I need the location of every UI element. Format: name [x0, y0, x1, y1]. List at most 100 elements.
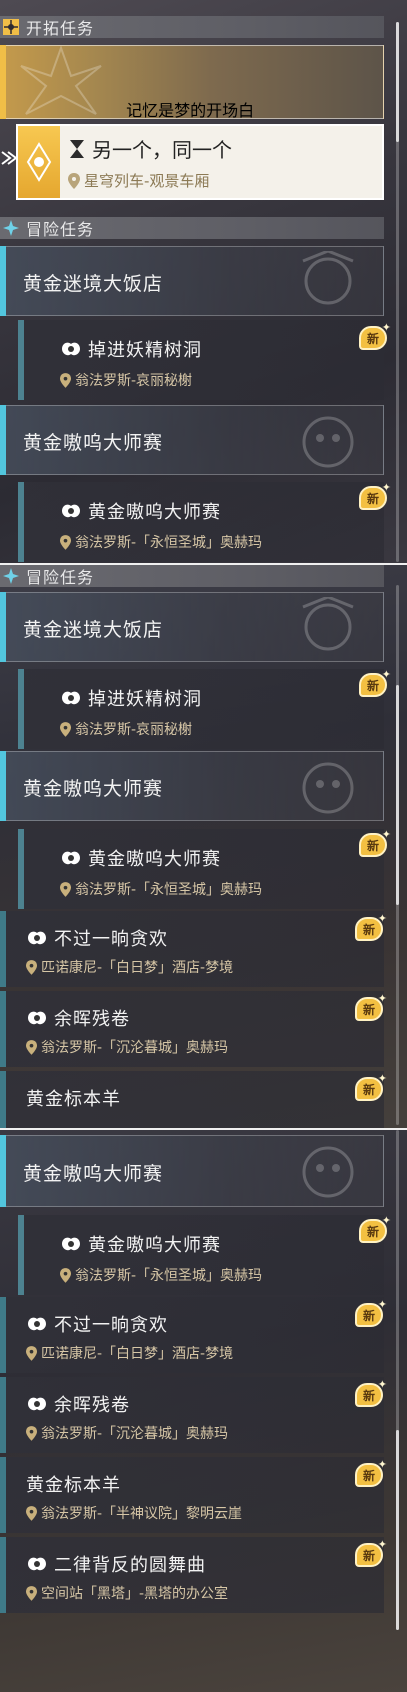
quest-location: 翁法罗斯-哀丽秘榭: [75, 722, 193, 738]
trailblaze-badge-icon: [18, 126, 60, 198]
adventure-quest-icon: [26, 1555, 48, 1573]
quest-location: 匹诺康尼-「白日梦」酒店-梦境: [41, 960, 234, 976]
new-badge: 新 ✦: [359, 1214, 391, 1243]
sparkle-icon: ✦: [377, 1072, 387, 1085]
mission-title: 另一个，同一个: [92, 138, 232, 162]
quest-item[interactable]: 不过一晌贪欢 匹诺康尼-「白日梦」酒店-梦境 新 ✦: [0, 911, 387, 987]
quest-location: 翁法罗斯-「沉沦暮城」奥赫玛: [41, 1040, 229, 1056]
quest-group-title: 黄金嗷呜大师赛: [23, 432, 164, 454]
new-badge: 新 ✦: [359, 668, 391, 697]
ornament-icon: [20, 45, 102, 115]
location-pin-icon: [26, 1505, 37, 1521]
quest-item[interactable]: 余晖残卷 翁法罗斯-「沉沦暮城」奥赫玛 新 ✦: [0, 1377, 387, 1453]
quest-item[interactable]: 黄金嗷呜大师赛 翁法罗斯-「永恒圣城」奥赫玛 新 ✦: [18, 828, 391, 909]
location-pin-icon: [60, 721, 71, 737]
sparkle-icon: ✦: [377, 1378, 387, 1391]
adventure-icon: [0, 217, 22, 239]
new-badge: 新 ✦: [355, 1538, 387, 1567]
quest-panel-1: 开拓任务 记忆是梦的开场白 另一个，同一个 星穹列车-观景车厢 冒险任务 黄金迷…: [0, 0, 407, 565]
sparkle-icon: ✦: [377, 992, 387, 1005]
quest-group-card[interactable]: 黄金迷境大饭店: [0, 246, 384, 316]
trailblaze-icon: [0, 16, 22, 38]
location-pin-icon: [60, 372, 71, 388]
scrollbar-thumb[interactable]: [396, 685, 399, 905]
location-pin-icon: [68, 172, 80, 189]
scrollbar-track[interactable]: [396, 1130, 399, 1630]
scrollbar-track[interactable]: [396, 585, 399, 1125]
new-badge: 新 ✦: [355, 1458, 387, 1487]
location-pin-icon: [60, 534, 71, 550]
sparkle-icon: ✦: [381, 828, 391, 841]
new-badge: 新 ✦: [355, 912, 387, 941]
hotel-emblem-icon: [302, 597, 354, 651]
sparkle-icon: ✦: [377, 1298, 387, 1311]
location-pin-icon: [26, 1345, 37, 1361]
quest-title: 黄金嗷呜大师赛: [88, 502, 221, 523]
quest-item[interactable]: 黄金嗷呜大师赛 翁法罗斯-「永恒圣城」奥赫玛 新 ✦: [18, 481, 391, 562]
quest-panel-3: 黄金嗷呜大师赛 黄金嗷呜大师赛 翁法罗斯-「永恒圣城」奥赫玛 新 ✦ 不过一晌贪欢: [0, 1130, 407, 1692]
sparkle-icon: ✦: [381, 321, 391, 334]
quest-item[interactable]: 掉进妖精树洞 翁法罗斯-哀丽秘榭 新 ✦: [18, 320, 391, 400]
new-badge: 新 ✦: [355, 1298, 387, 1327]
quest-location: 翁法罗斯-「半神议院」黎明云崖: [41, 1506, 243, 1522]
quest-panel-2: 冒险任务 黄金迷境大饭店 掉进妖精树洞 翁法罗斯-哀丽秘榭 新 ✦ 黄金嗷呜大师赛: [0, 565, 407, 1130]
quest-location: 翁法罗斯-「沉沦暮城」奥赫玛: [41, 1426, 229, 1442]
sparkle-icon: ✦: [381, 481, 391, 494]
hotel-emblem-icon: [302, 251, 354, 305]
new-badge: 新 ✦: [359, 321, 391, 350]
section-title: 冒险任务: [26, 568, 95, 587]
adventure-quest-icon: [60, 849, 82, 867]
quest-item[interactable]: 余晖残卷 翁法罗斯-「沉沦暮城」奥赫玛 新 ✦: [0, 991, 387, 1067]
quest-group-title: 黄金迷境大饭店: [23, 273, 164, 295]
scrollbar-thumb[interactable]: [396, 22, 399, 142]
quest-item[interactable]: 黄金标本羊 翁法罗斯-「半神议院」黎明云崖 新 ✦: [0, 1457, 387, 1533]
adventure-quest-icon: [60, 1235, 82, 1253]
mascot-emblem-icon: [302, 762, 354, 814]
mission-item-selected[interactable]: 另一个，同一个 星穹列车-观景车厢: [16, 124, 384, 200]
section-header-trailblaze: 开拓任务: [0, 16, 384, 38]
location-pin-icon: [26, 1425, 37, 1441]
location-pin-icon: [26, 1039, 37, 1055]
new-badge: 新 ✦: [359, 828, 391, 857]
quest-location: 翁法罗斯-「永恒圣城」奥赫玛: [75, 535, 263, 551]
new-badge: 新 ✦: [359, 481, 391, 510]
adventure-quest-icon: [60, 502, 82, 520]
sparkle-icon: ✦: [377, 1538, 387, 1551]
scrollbar-track[interactable]: [396, 22, 399, 562]
sparkle-icon: ✦: [381, 668, 391, 681]
quest-title: 黄金嗷呜大师赛: [88, 1235, 221, 1256]
quest-item[interactable]: 二律背反的圆舞曲 空间站「黑塔」-黑塔的办公室 新 ✦: [0, 1537, 387, 1613]
quest-group-card[interactable]: 黄金嗷呜大师赛: [0, 405, 384, 475]
scrollbar-thumb[interactable]: [396, 1430, 399, 1630]
adventure-quest-icon: [26, 1395, 48, 1413]
quest-title: 余晖残卷: [54, 1395, 130, 1416]
quest-group-card[interactable]: 黄金迷境大饭店: [0, 592, 384, 662]
quest-title: 不过一晌贪欢: [54, 1315, 168, 1336]
quest-item[interactable]: 不过一晌贪欢 匹诺康尼-「白日梦」酒店-梦境 新 ✦: [0, 1297, 387, 1373]
new-badge: 新 ✦: [355, 1378, 387, 1407]
mascot-emblem-icon: [302, 1146, 354, 1198]
location-pin-icon: [60, 881, 71, 897]
quest-location: 翁法罗斯-「永恒圣城」奥赫玛: [75, 882, 263, 898]
mission-item-trailblaze[interactable]: 记忆是梦的开场白: [0, 45, 384, 120]
section-title: 开拓任务: [26, 19, 95, 38]
quest-item[interactable]: 掉进妖精树洞 翁法罗斯-哀丽秘榭 新 ✦: [18, 668, 391, 749]
quest-group-title: 黄金嗷呜大师赛: [23, 778, 164, 800]
quest-item[interactable]: 黄金标本羊 新 ✦: [0, 1071, 387, 1130]
quest-title: 黄金标本羊: [26, 1089, 121, 1110]
quest-location: 翁法罗斯-「永恒圣城」奥赫玛: [75, 1268, 263, 1284]
quest-location: 空间站「黑塔」-黑塔的办公室: [41, 1586, 229, 1602]
sparkle-icon: ✦: [377, 1458, 387, 1471]
new-badge: 新 ✦: [355, 992, 387, 1021]
mission-location: 星穹列车-观景车厢: [84, 172, 210, 190]
adventure-icon: [0, 565, 22, 587]
quest-group-card[interactable]: 黄金嗷呜大师赛: [0, 751, 384, 821]
quest-location: 翁法罗斯-哀丽秘榭: [75, 373, 193, 389]
quest-item[interactable]: 黄金嗷呜大师赛 翁法罗斯-「永恒圣城」奥赫玛 新 ✦: [18, 1214, 391, 1295]
section-title: 冒险任务: [26, 220, 95, 239]
sparkle-icon: ✦: [377, 912, 387, 925]
quest-group-title: 黄金迷境大饭店: [23, 619, 164, 641]
quest-title: 不过一晌贪欢: [54, 929, 168, 950]
quest-title: 二律背反的圆舞曲: [54, 1555, 206, 1576]
quest-group-card[interactable]: 黄金嗷呜大师赛: [0, 1135, 384, 1207]
